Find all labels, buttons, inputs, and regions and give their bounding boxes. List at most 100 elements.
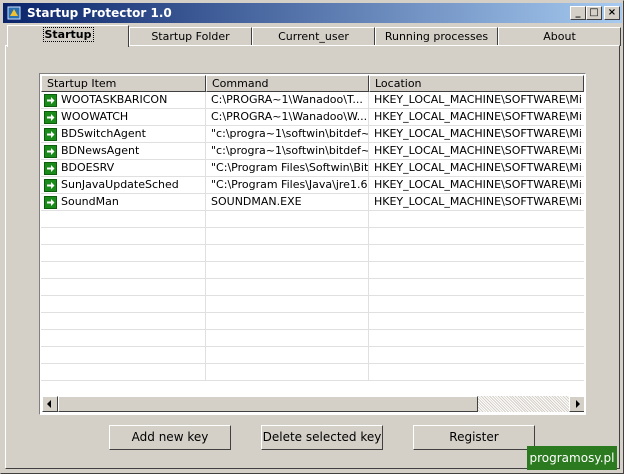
delete-selected-key-button[interactable]: Delete selected key — [261, 425, 383, 450]
location-cell — [369, 245, 584, 261]
command-cell — [206, 245, 369, 261]
tab-about[interactable]: About — [498, 27, 621, 46]
command-cell — [206, 211, 369, 227]
add-new-key-button[interactable]: Add new key — [109, 425, 231, 450]
tab-startup[interactable]: Startup — [7, 25, 129, 47]
command-cell — [206, 262, 369, 278]
command-cell: "C:\Program Files\Softwin\Bit... — [206, 160, 369, 176]
list-item[interactable]: WOOTASKBARICON C:\PROGRA~1\Wanadoo\T... HK… — [41, 92, 584, 109]
scroll-right-button[interactable] — [569, 396, 584, 412]
scroll-track[interactable] — [478, 396, 569, 412]
location-cell — [369, 364, 584, 380]
list-item[interactable] — [41, 313, 584, 330]
run-arrow-icon — [44, 178, 57, 192]
scroll-left-button[interactable] — [42, 396, 58, 412]
startup-item-cell: WOOTASKBARICON — [41, 92, 206, 108]
tab-label: Running processes — [384, 30, 489, 43]
startup-item-cell — [41, 313, 206, 329]
arrow-left-icon — [47, 400, 51, 408]
list-item[interactable]: SoundMan SOUNDMAN.EXE HKEY_LOCAL_MACHINE\S… — [41, 194, 584, 211]
startup-item-cell — [41, 347, 206, 363]
startup-item-cell: WOOWATCH — [41, 109, 206, 125]
command-cell: SOUNDMAN.EXE — [206, 194, 369, 210]
command-cell: "c:\progra~1\softwin\bitdef~... — [206, 126, 369, 142]
horizontal-scrollbar[interactable] — [42, 396, 584, 412]
register-button[interactable]: Register — [413, 425, 535, 450]
list-item[interactable]: BDOESRV "C:\Program Files\Softwin\Bit... H… — [41, 160, 584, 177]
column-header-command[interactable]: Command — [206, 75, 369, 92]
column-header-location[interactable]: Location — [369, 75, 584, 92]
tab-label: About — [543, 30, 576, 43]
command-cell — [206, 364, 369, 380]
list-item[interactable] — [41, 262, 584, 279]
tab-running-processes[interactable]: Running processes — [375, 27, 498, 46]
run-arrow-icon — [44, 127, 57, 141]
startup-item-label: WOOWATCH — [61, 110, 129, 123]
startup-item-cell — [41, 228, 206, 244]
list-item[interactable] — [41, 347, 584, 364]
list-rows: WOOTASKBARICON C:\PROGRA~1\Wanadoo\T... HK… — [41, 92, 584, 381]
command-cell: C:\PROGRA~1\Wanadoo\W... — [206, 109, 369, 125]
startup-item-label: BDNewsAgent — [61, 144, 140, 157]
startup-tab-panel: Startup Item Command Location WOOTASKBAR… — [5, 45, 620, 469]
list-item[interactable] — [41, 228, 584, 245]
location-cell — [369, 347, 584, 363]
list-item[interactable]: BDNewsAgent "c:\progra~1\softwin\bitdef~.… — [41, 143, 584, 160]
command-cell — [206, 228, 369, 244]
list-item[interactable]: SunJavaUpdateSched "C:\Program Files\Java… — [41, 177, 584, 194]
run-arrow-icon — [44, 161, 57, 175]
startup-item-label: SunJavaUpdateSched — [61, 178, 179, 191]
location-cell: HKEY_LOCAL_MACHINE\SOFTWARE\Mi — [374, 93, 582, 106]
location-cell — [369, 262, 584, 278]
run-arrow-icon — [44, 144, 57, 158]
location-cell: HKEY_LOCAL_MACHINE\SOFTWARE\Mi — [374, 144, 582, 157]
app-icon — [7, 6, 21, 20]
run-arrow-icon — [44, 195, 57, 209]
maximize-button[interactable]: □ — [586, 6, 602, 20]
list-item[interactable] — [41, 364, 584, 381]
location-cell — [369, 330, 584, 346]
list-item[interactable] — [41, 330, 584, 347]
startup-item-cell — [41, 245, 206, 261]
list-item[interactable] — [41, 296, 584, 313]
scroll-thumb[interactable] — [58, 396, 478, 412]
list-item[interactable]: BDSwitchAgent "c:\progra~1\softwin\bitdef… — [41, 126, 584, 143]
location-cell — [369, 313, 584, 329]
close-button[interactable]: × — [604, 6, 620, 20]
startup-item-cell: SunJavaUpdateSched — [41, 177, 206, 193]
tab-bar: Startup Startup Folder Current_user Runn… — [5, 25, 621, 47]
location-cell: HKEY_LOCAL_MACHINE\SOFTWARE\Mi — [374, 161, 582, 174]
command-cell: "c:\progra~1\softwin\bitdef~... — [206, 143, 369, 159]
column-header-startup-item[interactable]: Startup Item — [41, 75, 206, 92]
minimize-button[interactable]: _ — [570, 6, 586, 20]
tab-label: Startup — [42, 27, 94, 42]
startup-item-cell — [41, 279, 206, 295]
list-item[interactable]: WOOWATCH C:\PROGRA~1\Wanadoo\W... HKEY_LOC… — [41, 109, 584, 126]
app-window: Startup Protector 1.0 _ □ × Startup Star… — [0, 0, 624, 474]
startup-item-label: WOOTASKBARICON — [61, 93, 168, 106]
startup-item-cell — [41, 330, 206, 346]
list-item[interactable] — [41, 211, 584, 228]
tab-current-user[interactable]: Current_user — [252, 27, 375, 46]
watermark: programosy.pl — [527, 446, 617, 470]
list-item[interactable] — [41, 245, 584, 262]
run-arrow-icon — [44, 110, 57, 124]
window-title: Startup Protector 1.0 — [27, 6, 172, 20]
location-cell: HKEY_LOCAL_MACHINE\SOFTWARE\Mi — [374, 110, 582, 123]
startup-item-cell — [41, 296, 206, 312]
startup-item-label: BDOESRV — [61, 161, 115, 174]
list-header: Startup Item Command Location — [41, 75, 584, 92]
command-cell — [206, 347, 369, 363]
title-bar[interactable]: Startup Protector 1.0 _ □ × — [3, 3, 622, 23]
startup-item-cell: BDSwitchAgent — [41, 126, 206, 142]
tab-label: Startup Folder — [151, 30, 230, 43]
run-arrow-icon — [44, 93, 57, 107]
startup-items-list[interactable]: Startup Item Command Location WOOTASKBAR… — [39, 73, 586, 415]
arrow-right-icon — [576, 400, 580, 408]
tab-startup-folder[interactable]: Startup Folder — [129, 27, 252, 46]
list-item[interactable] — [41, 279, 584, 296]
location-cell — [369, 228, 584, 244]
location-cell — [369, 279, 584, 295]
command-cell — [206, 279, 369, 295]
startup-item-label: BDSwitchAgent — [61, 127, 146, 140]
